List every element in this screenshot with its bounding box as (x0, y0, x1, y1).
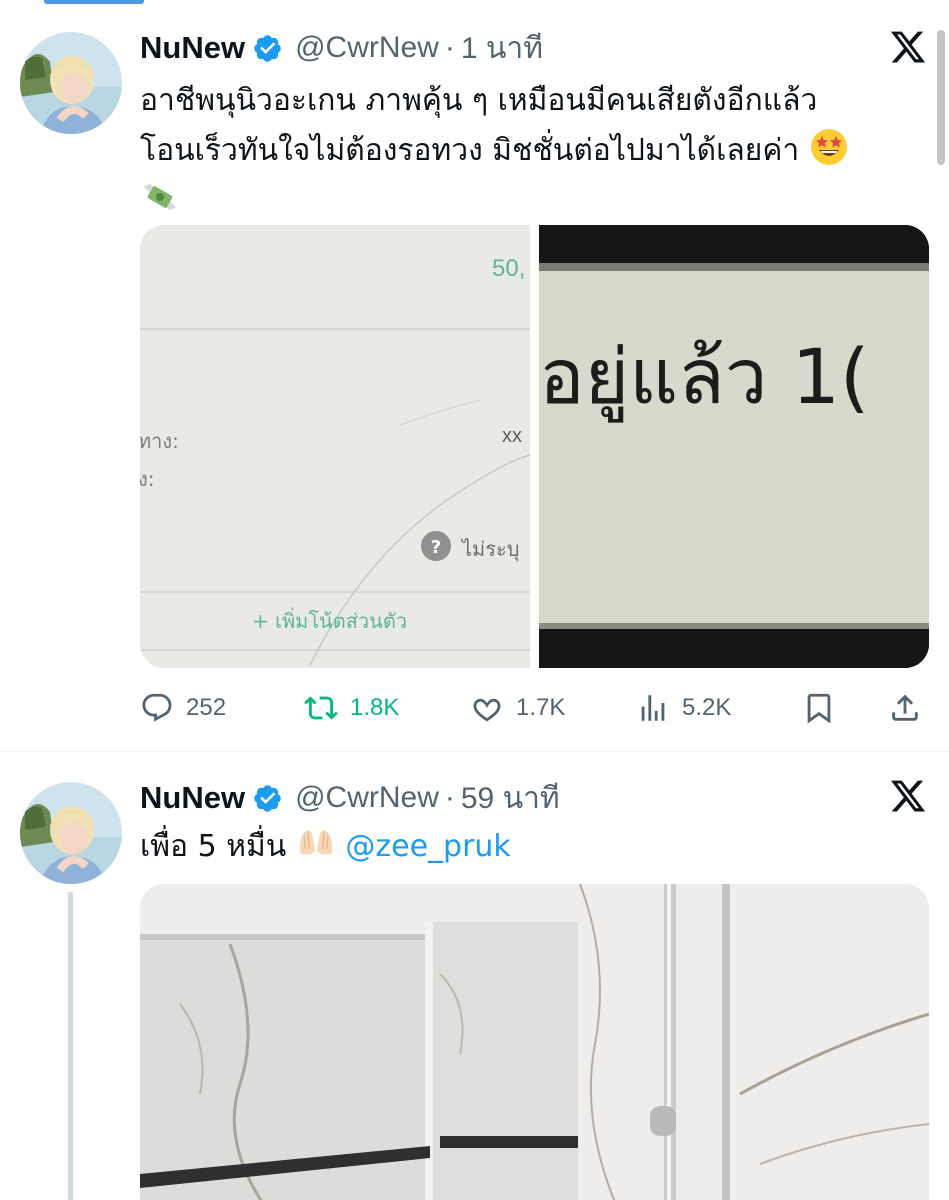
avatar[interactable] (20, 32, 122, 134)
unspecified-label: ไม่ระบุ (462, 537, 520, 561)
media-image-left[interactable]: ? 50, ทาง: xx ง: ไม่ระบุ + เพิ่มโน้ตส่วน… (140, 225, 530, 668)
reply-icon (142, 693, 172, 722)
zoomed-text-photo (539, 225, 929, 668)
like-button[interactable]: 1.7K (470, 688, 565, 728)
x-logo-icon (889, 28, 927, 66)
field-value: xx (502, 425, 522, 447)
tweet-text: เพื่อ 5 หมื่น @zee_pruk (140, 822, 910, 872)
media-image-right[interactable]: อยู่แล้ว 1( (539, 225, 929, 668)
tweet[interactable]: NuNew @CwrNew · 59 นาที เพื่อ 5 หมื่น @z… (0, 752, 949, 1200)
retweet-button[interactable]: 1.8K (304, 688, 399, 728)
zoomed-text: อยู่แล้ว 1( (539, 332, 870, 421)
tweet-media[interactable]: ? 50, ทาง: xx ง: ไม่ระบุ + เพิ่มโน้ตส่วน… (140, 225, 929, 668)
views-chart-icon (641, 695, 665, 721)
tweet-header: NuNew @CwrNew · 1 นาที (140, 28, 543, 68)
user-handle[interactable]: @CwrNew (295, 31, 439, 65)
tweet-text-line-3 (140, 176, 910, 226)
x-logo-icon (889, 777, 927, 815)
tweet-header: NuNew @CwrNew · 59 นาที (140, 778, 560, 818)
views-button[interactable]: 5.2K (636, 688, 731, 728)
display-name[interactable]: NuNew (140, 30, 245, 66)
tweet-text-line: โอนเร็วทันใจไม่ต้องรอทวง มิชชั่นต่อไปมาไ… (140, 133, 800, 168)
bathroom-shelf-photo (140, 884, 929, 1200)
timestamp[interactable]: 1 นาที (461, 25, 543, 72)
star-struck-emoji-icon (809, 127, 849, 167)
verified-badge-icon (252, 783, 283, 814)
avatar[interactable] (20, 782, 122, 884)
tweet-text-line: อาชีพนุนิวอะเกน ภาพคุ้น ๆ เหมือนมีคนเสีย… (140, 83, 818, 118)
display-name[interactable]: NuNew (140, 780, 245, 816)
palms-up-together-emoji-icon (296, 823, 336, 863)
tweet-text-body: เพื่อ 5 หมื่น (140, 829, 287, 864)
like-count: 1.7K (516, 694, 566, 721)
verified-badge-icon (252, 33, 283, 64)
svg-text:?: ? (431, 537, 441, 558)
transfer-slip-photo: ? (140, 225, 530, 668)
user-handle[interactable]: @CwrNew (295, 781, 439, 815)
money-with-wings-emoji-icon (140, 177, 180, 217)
views-count: 5.2K (682, 694, 732, 721)
reply-button[interactable]: 252 (140, 688, 226, 728)
add-note-link: + เพิ่มโน้ตส่วนตัว (252, 609, 408, 633)
field-label: ง: (140, 467, 155, 491)
tweet-text-line-2: โอนเร็วทันใจไม่ต้องรอทวง มิชชั่นต่อไปมาไ… (140, 126, 910, 176)
share-icon (892, 694, 918, 721)
mention-link[interactable]: @zee_pruk (345, 829, 510, 864)
retweet-icon (304, 696, 338, 720)
avatar-image (20, 782, 122, 884)
field-label: ทาง: (140, 429, 179, 453)
bookmark-icon (807, 693, 831, 724)
retweet-count: 1.8K (350, 694, 400, 721)
bookmark-button[interactable] (802, 688, 848, 728)
thread-connector-line (68, 892, 73, 1200)
tweet-media[interactable] (140, 884, 929, 1200)
separator-dot: · (444, 31, 455, 64)
tweet-text: อาชีพนุนิวอะเกน ภาพคุ้น ๆ เหมือนมีคนเสีย… (140, 76, 910, 226)
tweet[interactable]: NuNew @CwrNew · 1 นาที อาชีพนุนิวอะเกน ภ… (0, 0, 949, 752)
reply-count: 252 (186, 694, 227, 721)
amount-fragment: 50, (492, 255, 526, 282)
share-button[interactable] (888, 688, 934, 728)
avatar-image (20, 32, 122, 134)
tweet-actions: 252 1.8K 1.7K 5.2K (140, 688, 929, 728)
separator-dot: · (444, 781, 455, 814)
timestamp[interactable]: 59 นาที (461, 775, 560, 822)
heart-icon (473, 698, 501, 722)
